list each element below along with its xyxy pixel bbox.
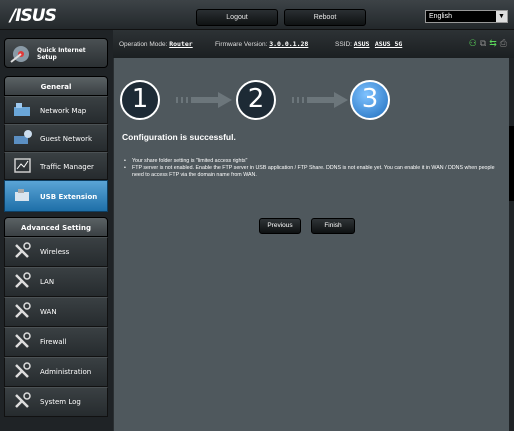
firmware-label: Firmware Version: (215, 41, 268, 48)
step-3: 3 (350, 80, 390, 120)
list-item: Your share folder setting is "limited ac… (124, 158, 506, 165)
sidebar-item-network-map[interactable]: Network Map (4, 96, 108, 124)
sidebar-item-traffic-manager[interactable]: Traffic Manager (4, 152, 108, 180)
general-header: General (4, 76, 108, 96)
sidebar-item-label: Wireless (40, 248, 70, 256)
ssid-link-1[interactable]: ASUS (354, 40, 370, 48)
ssid-link-2[interactable]: ASUS_5G (375, 40, 402, 48)
arrow-right-icon (292, 92, 348, 108)
guest-network-icon (14, 130, 32, 144)
operation-mode: Operation Mode: Router (119, 40, 193, 48)
usb-extension-icon (15, 189, 29, 201)
sidebar-item-firewall[interactable]: Firewall (4, 327, 108, 357)
scrollbar-thumb[interactable] (509, 126, 514, 201)
reboot-button[interactable]: Reboot (284, 9, 366, 26)
operation-mode-link[interactable]: Router (169, 40, 192, 48)
asus-logo: /ISUS (10, 6, 57, 26)
wrench-icon (15, 242, 31, 258)
sidebar-item-lan[interactable]: LAN (4, 267, 108, 297)
sidebar-item-label: USB Extension (40, 193, 98, 201)
sidebar-item-wan[interactable]: WAN (4, 297, 108, 327)
operation-mode-label: Operation Mode: (119, 41, 168, 48)
step-1: 1 (120, 80, 160, 120)
language-select[interactable]: English ▼ (425, 10, 508, 23)
wrench-icon (15, 332, 31, 348)
sidebar-item-label: System Log (40, 398, 81, 406)
list-item: FTP server is not enabled. Enable the FT… (124, 165, 506, 178)
wrench-icon (15, 362, 31, 378)
sidebar-item-label: Firewall (40, 338, 67, 346)
sidebar: Quick Internet Setup General Network Map… (0, 30, 113, 431)
firmware-link[interactable]: 3.0.0.1.28 (269, 40, 308, 48)
sidebar-item-administration[interactable]: Administration (4, 357, 108, 387)
scrollbar[interactable] (509, 58, 514, 431)
sidebar-item-system-log[interactable]: System Log (4, 387, 108, 417)
quick-setup-icon (10, 46, 29, 63)
main-panel: 1 2 3 Configuration is successful. Your … (113, 58, 509, 431)
chevron-down-icon: ▼ (496, 11, 507, 22)
status-icons: ⚇⧉⇆⎙ (469, 38, 510, 49)
ssid: SSID: ASUS ASUS_5G (335, 40, 402, 48)
quick-internet-setup-button[interactable]: Quick Internet Setup (4, 38, 108, 68)
wrench-icon (15, 302, 31, 318)
client-status-icon[interactable]: ⚇ (469, 38, 480, 48)
network-map-icon (14, 103, 30, 116)
status-bar: Operation Mode: Router Firmware Version:… (113, 30, 514, 58)
quick-setup-label: Quick Internet Setup (37, 47, 86, 61)
traffic-manager-icon (14, 158, 31, 173)
sidebar-item-wireless[interactable]: Wireless (4, 237, 108, 267)
arrow-right-icon (176, 92, 232, 108)
wrench-icon (15, 272, 31, 288)
wizard-steps: 1 2 3 (114, 70, 510, 120)
sidebar-item-label: LAN (40, 278, 55, 286)
advanced-setting-header: Advanced Setting (4, 217, 108, 237)
wrench-icon (15, 392, 31, 408)
step-2: 2 (236, 80, 276, 120)
previous-button[interactable]: Previous (259, 218, 301, 234)
ssid-label: SSID: (335, 41, 352, 48)
sidebar-item-usb-extension[interactable]: USB Extension (4, 180, 108, 212)
sidebar-item-label: Traffic Manager (40, 163, 94, 171)
finish-button[interactable]: Finish (311, 218, 355, 234)
language-value: English (429, 13, 452, 20)
sidebar-item-label: Guest Network (40, 135, 93, 143)
network-status-icon[interactable]: ⇆ (489, 38, 500, 48)
logout-button[interactable]: Logout (196, 9, 278, 26)
result-messages: Your share folder setting is "limited ac… (124, 158, 506, 179)
usb-status-icon[interactable]: ⧉ (480, 38, 489, 48)
sidebar-item-label: Administration (40, 368, 92, 376)
page-title: Configuration is successful. (122, 132, 236, 142)
printer-status-icon[interactable]: ⎙ (500, 38, 510, 48)
sidebar-item-label: WAN (40, 308, 57, 316)
sidebar-item-label: Network Map (40, 107, 87, 115)
sidebar-item-guest-network[interactable]: Guest Network (4, 124, 108, 152)
firmware-version: Firmware Version: 3.0.0.1.28 (215, 40, 308, 48)
top-bar: /ISUS Logout Reboot English ▼ (0, 0, 514, 30)
